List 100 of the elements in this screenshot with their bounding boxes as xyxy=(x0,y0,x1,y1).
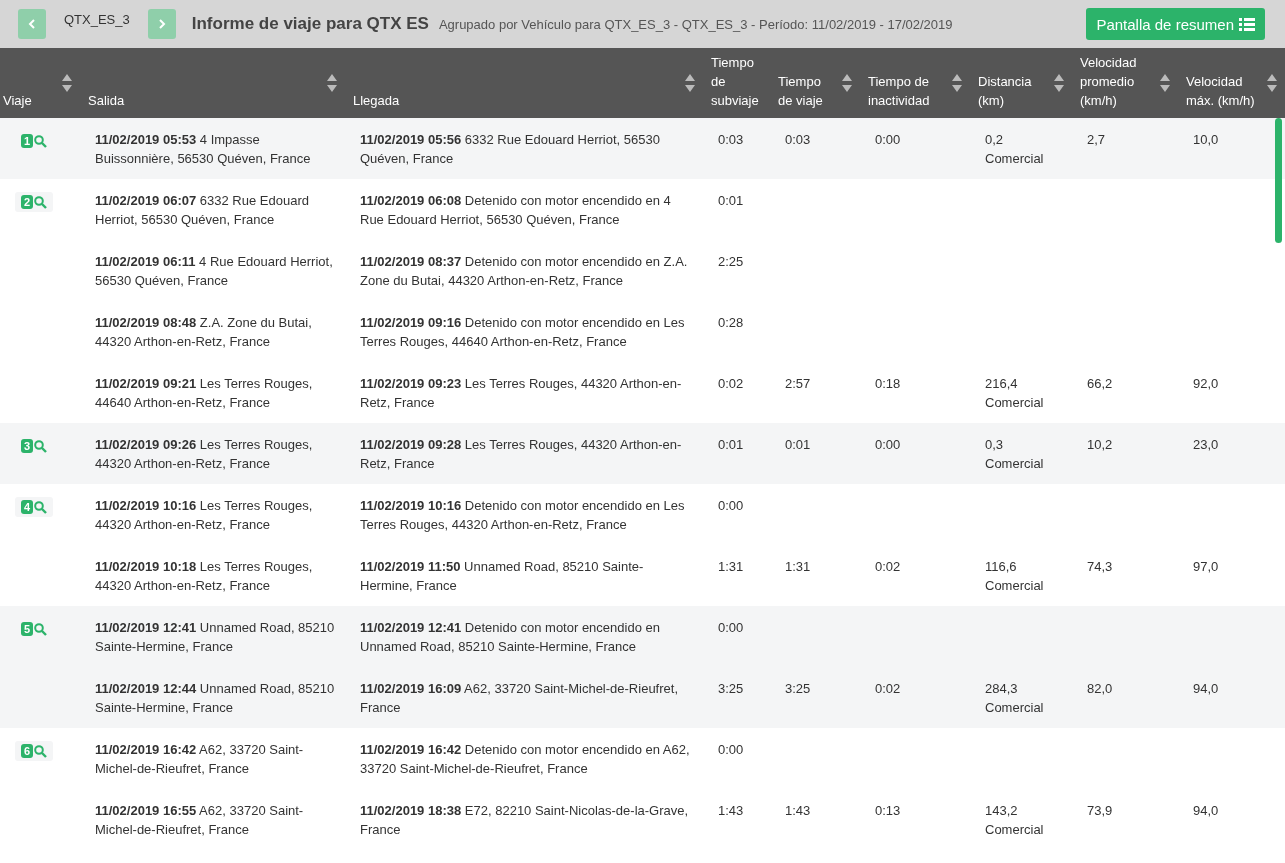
trip-time-cell-text: 0:03 xyxy=(785,131,812,149)
subtrip-time-cell-text: 0:00 xyxy=(718,497,745,515)
arrival-cell-text: 11/02/2019 16:42 Detenido con motor encendido en A62, 33720 Saint-Michel-de-Rieufret, France xyxy=(360,741,691,778)
idle-time-cell-text: 0:00 xyxy=(875,131,902,149)
subtrip-time-cell-text: 1:43 xyxy=(718,802,745,820)
search-icon xyxy=(34,134,48,148)
subtrip-time-cell-text: 0:00 xyxy=(718,741,745,759)
chevron-right-icon xyxy=(157,19,166,29)
idle-time-cell-text: 0:02 xyxy=(875,680,902,698)
trip-view-button[interactable]: 4 xyxy=(15,497,54,517)
departure-cell-text: 11/02/2019 05:53 4 Impasse Buissonnière, 56530 Quéven, France xyxy=(95,131,312,168)
distance-cell-text: 216,4 Comercial xyxy=(985,375,1045,412)
subtrip-time-cell-text: 0:01 xyxy=(718,192,745,210)
trip-view-button[interactable]: 2 xyxy=(15,192,54,212)
idle-time-cell-text: 0:13 xyxy=(875,802,902,820)
arrival-cell-text: 11/02/2019 18:38 E72, 82210 Saint-Nicolas-de-la-Grave, France xyxy=(360,802,690,839)
subtrip-time-cell-text: 0:02 xyxy=(718,375,745,393)
departure-cell-text: 11/02/2019 12:41 Unnamed Road, 85210 Sainte-Hermine, France xyxy=(95,619,336,656)
trip-time-cell-text: 0:01 xyxy=(785,436,812,454)
column-header: Salida xyxy=(88,93,125,108)
sort-icon[interactable] xyxy=(952,74,962,92)
sort-icon[interactable] xyxy=(327,74,337,92)
search-icon xyxy=(34,439,48,453)
distance-cell-text: 116,6 Comercial xyxy=(985,558,1045,595)
max-speed-cell-text: 94,0 xyxy=(1193,680,1220,698)
departure-cell-text: 11/02/2019 08:48 Z.A. Zone du Butai, 44320 Arthon-en-Retz, France xyxy=(95,314,313,351)
subtrip-time-cell-text: 3:25 xyxy=(718,680,745,698)
subtrip-time-cell-text: 0:28 xyxy=(718,314,745,332)
sort-icon[interactable] xyxy=(685,74,695,92)
max-speed-cell-text: 23,0 xyxy=(1193,436,1220,454)
departure-cell-text: 11/02/2019 09:26 Les Terres Rouges, 44320 Arthon-en-Retz, France xyxy=(95,436,314,473)
summary-button[interactable]: Pantalla de resumen xyxy=(1086,8,1265,40)
arrival-cell-text: 11/02/2019 09:23 Les Terres Rouges, 44320 Arthon-en-Retz, France xyxy=(360,375,683,412)
distance-cell-text: 0,2 Comercial xyxy=(985,131,1045,168)
distance-cell-text: 143,2 Comercial xyxy=(985,802,1045,839)
arrival-cell-text: 11/02/2019 05:56 6332 Rue Edouard Herriot, 56530 Quéven, France xyxy=(360,131,661,168)
report-subtitle: Agrupado por Vehículo para QTX_ES_3 - QTX_ES_3 - Período: 11/02/2019 - 17/02/2019 xyxy=(438,16,953,32)
column-header: Tiempo de subviaje xyxy=(711,55,759,108)
search-icon xyxy=(34,195,48,209)
sort-icon[interactable] xyxy=(1160,74,1170,92)
report-title: Informe de viaje para QTX ES xyxy=(191,14,429,34)
column-header: Distancia (km) xyxy=(978,74,1032,108)
trip-time-cell-text: 2:57 xyxy=(785,375,812,393)
trip-view-button[interactable]: 6 xyxy=(15,741,54,761)
arrival-cell-text: 11/02/2019 10:16 Detenido con motor encendido en Les Terres Rouges, 44320 Arthon-en-Retz, France xyxy=(360,497,686,534)
sort-icon[interactable] xyxy=(1267,74,1277,92)
departure-cell-text: 11/02/2019 16:42 A62, 33720 Saint-Michel-de-Rieufret, France xyxy=(95,741,305,778)
subtrip-time-cell-text: 0:00 xyxy=(718,619,745,637)
list-icon xyxy=(1239,17,1255,31)
average-speed-cell-text: 82,0 xyxy=(1087,680,1114,698)
search-icon xyxy=(34,500,48,514)
subtrip-time-cell-text: 1:31 xyxy=(718,558,745,576)
idle-time-cell-text: 0:02 xyxy=(875,558,902,576)
max-speed-cell-text: 94,0 xyxy=(1193,802,1220,820)
arrival-cell-text: 11/02/2019 06:08 Detenido con motor encendido en 4 Rue Edouard Herriot, 56530 Quéven, France xyxy=(360,192,672,229)
trip-time-cell-text: 1:43 xyxy=(785,802,812,820)
average-speed-cell-text: 10,2 xyxy=(1087,436,1114,454)
average-speed-cell-text: 74,3 xyxy=(1087,558,1114,576)
subtrip-time-cell-text: 0:01 xyxy=(718,436,745,454)
departure-cell-text: 11/02/2019 10:16 Les Terres Rouges, 44320 Arthon-en-Retz, France xyxy=(95,497,314,534)
sort-icon[interactable] xyxy=(842,74,852,92)
departure-cell-text: 11/02/2019 06:07 6332 Rue Edouard Herriot, 56530 Quéven, France xyxy=(95,192,310,229)
trip-time-cell-text: 3:25 xyxy=(785,680,812,698)
search-icon xyxy=(34,744,48,758)
sort-icon[interactable] xyxy=(62,74,72,92)
max-speed-cell-text: 92,0 xyxy=(1193,375,1220,393)
average-speed-cell-text: 2,7 xyxy=(1087,131,1107,149)
column-header: Llegada xyxy=(353,93,400,108)
trip-view-button[interactable]: 5 xyxy=(15,619,54,639)
average-speed-cell-text: 73,9 xyxy=(1087,802,1114,820)
arrival-cell-text: 11/02/2019 16:09 A62, 33720 Saint-Michel-de-Rieufret, France xyxy=(360,680,679,717)
column-header: Viaje xyxy=(3,93,32,108)
search-icon xyxy=(34,622,48,636)
idle-time-cell-text: 0:00 xyxy=(875,436,902,454)
departure-cell-text: 11/02/2019 09:21 Les Terres Rouges, 44640 Arthon-en-Retz, France xyxy=(95,375,314,412)
chevron-left-icon xyxy=(28,19,36,29)
max-speed-cell-text: 97,0 xyxy=(1193,558,1220,576)
scrollbar[interactable] xyxy=(1275,118,1282,243)
trip-view-button[interactable]: 1 xyxy=(15,131,54,151)
departure-cell-text: 11/02/2019 06:11 4 Rue Edouard Herriot, 56530 Quéven, France xyxy=(95,253,334,290)
trip-view-button[interactable]: 3 xyxy=(15,436,54,456)
vehicle-name: QTX_ES_3 xyxy=(64,12,130,27)
column-header: Velocidad promedio (km/h) xyxy=(1080,55,1137,108)
subtrip-time-cell-text: 2:25 xyxy=(718,253,745,271)
arrival-cell-text: 11/02/2019 12:41 Detenido con motor encendido en Unnamed Road, 85210 Sainte-Hermine, France xyxy=(360,619,661,656)
distance-cell-text: 0,3 Comercial xyxy=(985,436,1045,473)
departure-cell-text: 11/02/2019 10:18 Les Terres Rouges, 44320 Arthon-en-Retz, France xyxy=(95,558,314,595)
sort-icon[interactable] xyxy=(1054,74,1064,92)
max-speed-cell-text: 10,0 xyxy=(1193,131,1220,149)
arrival-cell-text: 11/02/2019 09:16 Detenido con motor encendido en Les Terres Rouges, 44640 Arthon-en-Retz, France xyxy=(360,314,686,351)
departure-cell-text: 11/02/2019 12:44 Unnamed Road, 85210 Sainte-Hermine, France xyxy=(95,680,336,717)
trip-time-cell-text: 1:31 xyxy=(785,558,812,576)
column-header: Tiempo de inactividad xyxy=(868,74,930,108)
subtrip-time-cell-text: 0:03 xyxy=(718,131,745,149)
distance-cell-text: 284,3 Comercial xyxy=(985,680,1045,717)
idle-time-cell-text: 0:18 xyxy=(875,375,902,393)
column-header: Velocidad máx. (km/h) xyxy=(1186,74,1255,108)
departure-cell-text: 11/02/2019 16:55 A62, 33720 Saint-Michel-de-Rieufret, France xyxy=(95,802,305,839)
arrival-cell-text: 11/02/2019 09:28 Les Terres Rouges, 44320 Arthon-en-Retz, France xyxy=(360,436,683,473)
average-speed-cell-text: 66,2 xyxy=(1087,375,1114,393)
